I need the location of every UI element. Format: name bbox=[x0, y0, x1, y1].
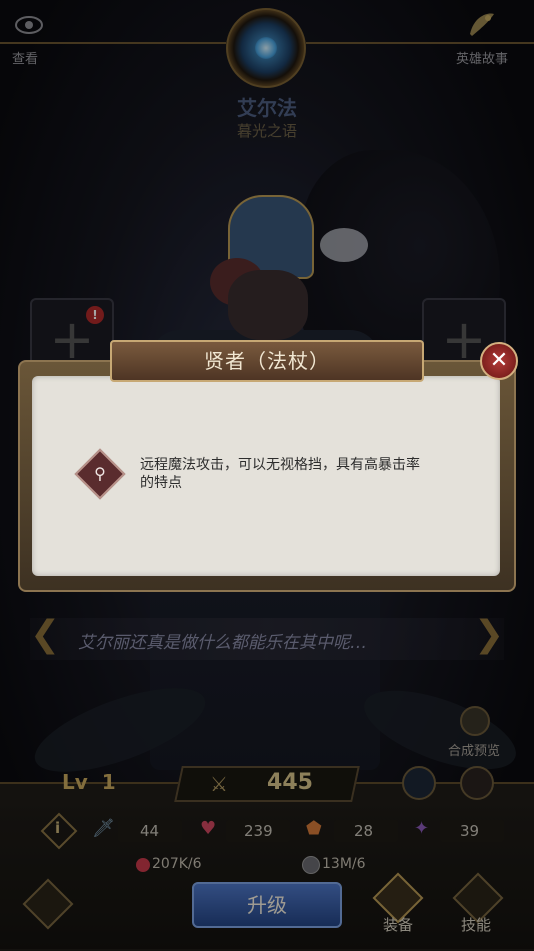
staff-glyph-icon: ⚲ bbox=[94, 464, 106, 483]
description-line-1: 远程魔法攻击，可以无视格挡，具有高暴击率 bbox=[140, 457, 420, 473]
close-button[interactable]: ✕ bbox=[480, 342, 518, 380]
dialog-description: 远程魔法攻击，可以无视格挡，具有高暴击率 的特点 bbox=[140, 456, 470, 492]
description-line-2: 的特点 bbox=[140, 475, 182, 491]
dialog-title: 贤者（法杖） bbox=[110, 340, 424, 382]
